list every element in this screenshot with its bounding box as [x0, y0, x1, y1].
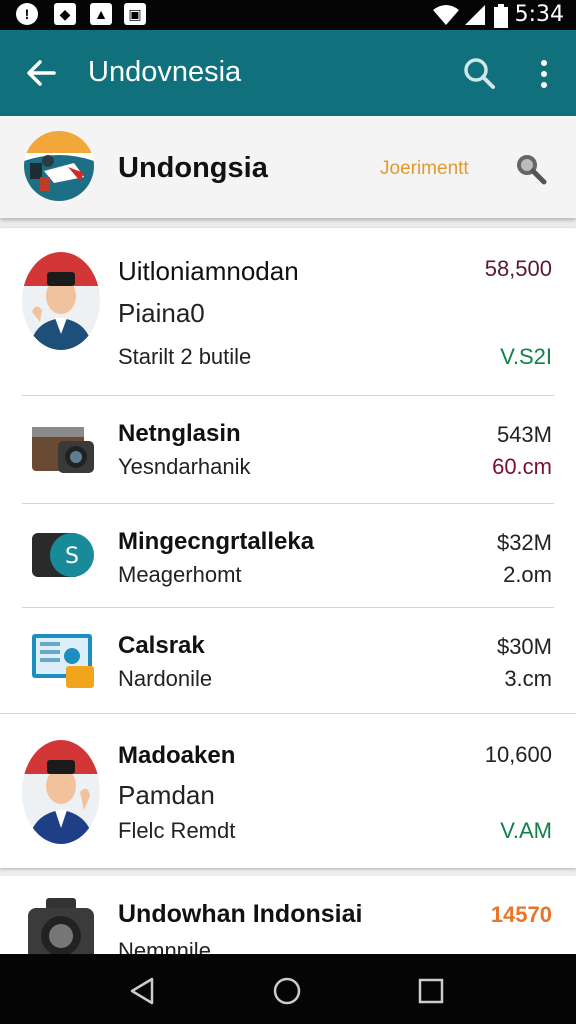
item-value: 543M [496, 422, 552, 447]
list-item[interactable]: Undowhan Indonsiai Nemnnile 14570 [0, 876, 576, 954]
item-value-secondary: 3.cm [504, 666, 552, 691]
header-title: Undongsia [118, 152, 268, 184]
header-link[interactable]: Joerimentt [380, 158, 469, 180]
more-vert-icon[interactable] [532, 56, 556, 92]
wallet-icon: S [32, 533, 94, 577]
recents-square-icon[interactable] [416, 976, 446, 1006]
navigation-bar [0, 954, 576, 1024]
item-title: Uitloniamnodan [118, 256, 299, 286]
list-item[interactable]: Uitloniamnodan Piaina0 Starilt 2 butile … [0, 228, 576, 396]
item-title: Calsrak [118, 632, 205, 659]
camera-icon [28, 898, 94, 954]
wifi-icon [433, 5, 459, 25]
item-title: Netnglasin [118, 420, 241, 447]
header-card: Undongsia Joerimentt [0, 116, 576, 218]
app-bar-title: Undovnesia [88, 56, 242, 88]
item-value-secondary: 60.cm [492, 454, 552, 479]
item-subtitle: Yesndarhanik [118, 454, 251, 479]
item-subtitle: Piaina0 [118, 298, 205, 328]
app-bar: Undovnesia [0, 30, 576, 116]
item-value: $32M [496, 530, 552, 555]
item-subtitle: Nardonile [118, 666, 213, 691]
search-icon[interactable] [462, 56, 496, 90]
svg-text:S: S [65, 544, 79, 569]
shield-icon: ◆ [54, 3, 76, 25]
list-item[interactable]: Madoaken Pamdan Flelc Remdt 10,600 V.AM [0, 714, 576, 868]
item-value: 58,500 [484, 256, 552, 281]
list-item[interactable]: Calsrak Nardonile $30M 3.cm [0, 608, 576, 714]
item-meta: Flelc Remdt [118, 818, 236, 843]
item-list: Uitloniamnodan Piaina0 Starilt 2 butile … [0, 228, 576, 868]
camera-icon [32, 427, 94, 473]
list-item[interactable]: Netnglasin Yesndarhanik 543M 60.cm [0, 396, 576, 504]
notification-icon: ! [16, 3, 38, 25]
item-value-secondary: V.S2I [500, 344, 552, 369]
image-icon: ▲ [90, 3, 112, 25]
dashboard-icon [32, 634, 94, 688]
status-bar: ! ◆ ▲ ▣ 5:34 [0, 0, 576, 30]
item-value-secondary: 2.om [503, 562, 552, 587]
item-subtitle: Meagerhomt [118, 562, 242, 587]
item-value: 10,600 [484, 742, 552, 767]
item-value-secondary: V.AM [500, 818, 552, 843]
list-item[interactable]: S Mingecngrtalleka Meagerhomt $32M 2.om [0, 504, 576, 608]
flag-logo-icon [24, 131, 94, 201]
item-subtitle: Nemnnile [118, 938, 211, 954]
magnifier-icon[interactable] [514, 152, 548, 186]
back-arrow-icon[interactable] [24, 56, 58, 90]
back-triangle-icon[interactable] [128, 976, 158, 1006]
item-title: Undowhan Indonsiai [118, 900, 363, 928]
gallery-icon: ▣ [124, 3, 146, 25]
item-subtitle: Pamdan [118, 780, 215, 810]
battery-icon [494, 4, 508, 28]
item-value: 14570 [490, 902, 552, 927]
item-value: $30M [496, 634, 552, 659]
person-avatar-icon [22, 740, 100, 844]
home-circle-icon[interactable] [272, 976, 302, 1006]
person-avatar-icon [22, 252, 100, 350]
signal-icon [465, 5, 485, 25]
item-title: Madoaken [118, 742, 236, 769]
item-meta: Starilt 2 butile [118, 344, 252, 369]
status-time: 5:34 [514, 2, 564, 27]
item-title: Mingecngrtalleka [118, 528, 315, 555]
